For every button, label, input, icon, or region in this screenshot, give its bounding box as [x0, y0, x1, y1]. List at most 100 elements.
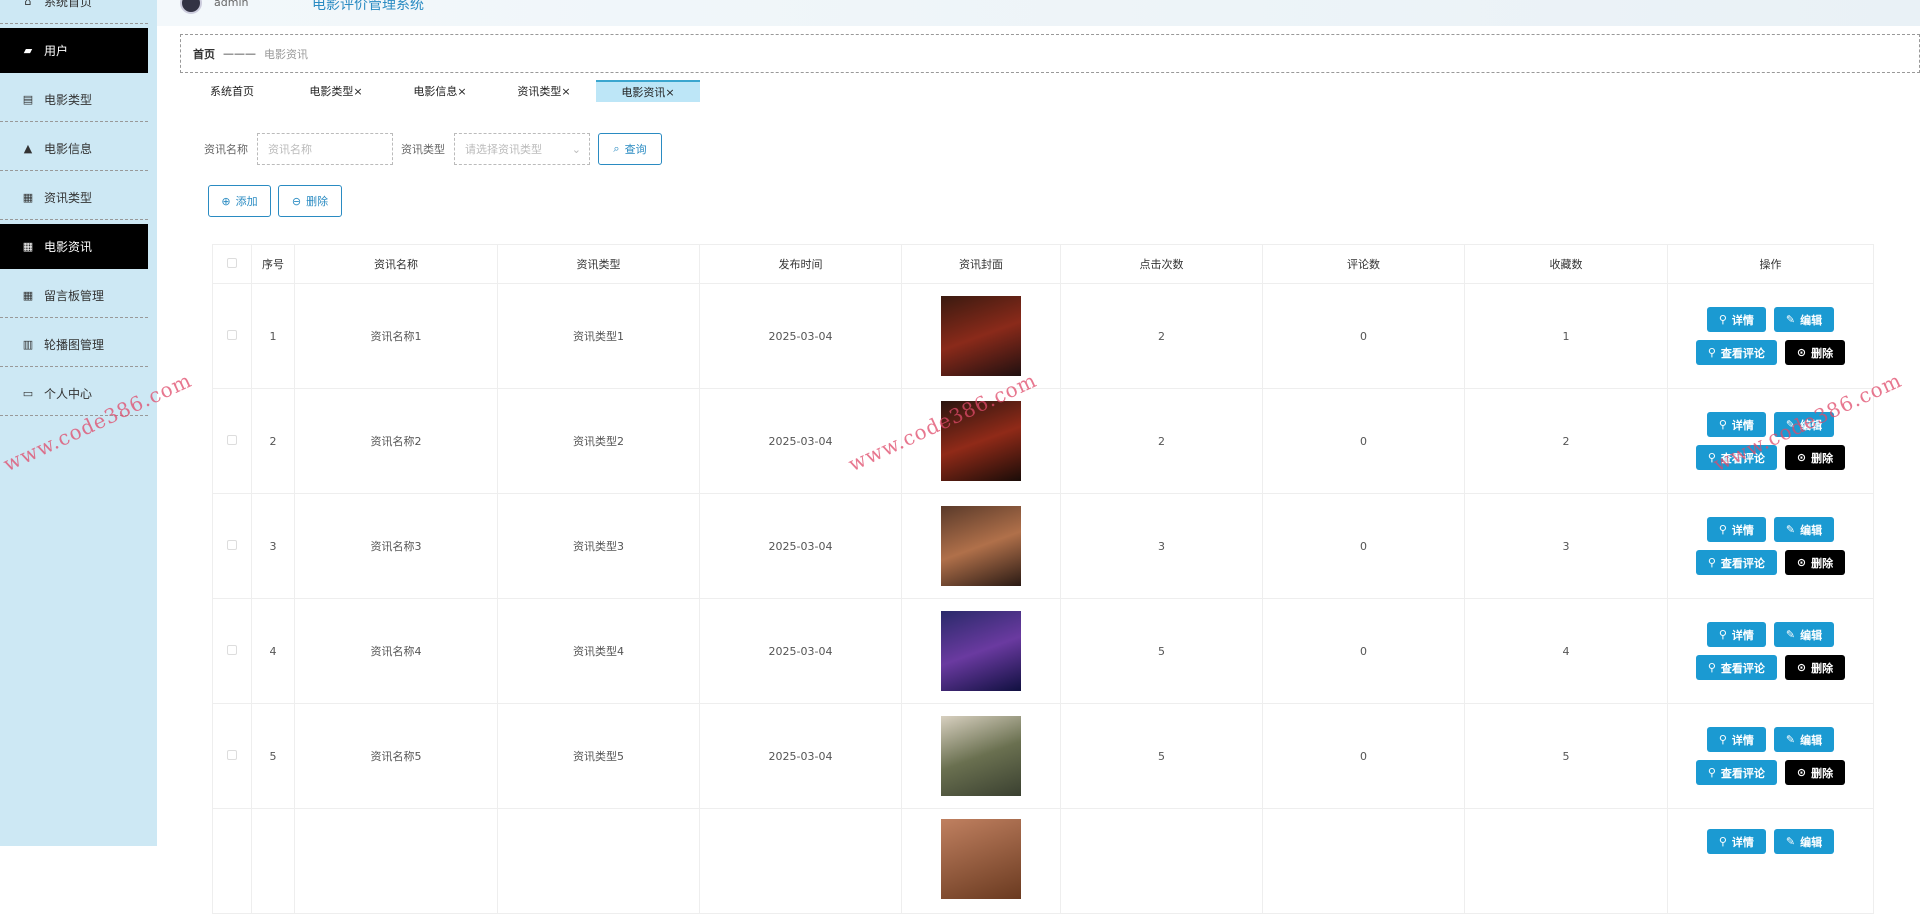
breadcrumb-home[interactable]: 首页: [193, 46, 215, 62]
name-input[interactable]: 资讯名称: [257, 133, 393, 165]
cover-image[interactable]: [941, 819, 1021, 899]
detail-button[interactable]: ⚲ 详情: [1706, 727, 1766, 752]
row-actions: ⚲ 详情 ✎ 编辑 ⚲ 查看评论 ⊙ 删除: [1668, 622, 1873, 680]
row-delete-button[interactable]: ⊙ 删除: [1784, 760, 1846, 785]
tab-movie-news[interactable]: 电影资讯×: [596, 80, 700, 102]
sidebar-item-label: 电影信息: [44, 141, 93, 156]
row-delete-label: 删除: [1811, 661, 1834, 675]
cover-image[interactable]: [941, 716, 1021, 796]
detail-label: 详情: [1731, 733, 1754, 747]
col-header: 操作: [1667, 244, 1874, 284]
cover-image[interactable]: [941, 296, 1021, 376]
row-select[interactable]: [212, 703, 252, 809]
view-comments-button[interactable]: ⚲ 查看评论: [1695, 340, 1777, 365]
row-checkbox[interactable]: [227, 749, 237, 760]
sidebar-item-label: 个人中心: [44, 386, 93, 401]
row-select[interactable]: [212, 283, 252, 389]
tab-movie-info[interactable]: 电影信息×: [388, 80, 492, 102]
detail-button[interactable]: ⚲ 详情: [1706, 622, 1766, 647]
sidebar-item-label: 资讯类型: [44, 190, 93, 205]
col-header: 序号: [251, 244, 295, 284]
edit-button[interactable]: ✎ 编辑: [1773, 412, 1835, 437]
sidebar-item[interactable]: ▰ 用户: [0, 28, 148, 73]
sidebar-item-label: 轮播图管理: [44, 337, 105, 352]
row-checkbox[interactable]: [227, 434, 237, 445]
edit-label: 编辑: [1800, 733, 1823, 747]
sidebar-item[interactable]: ▦ 资讯类型: [0, 175, 148, 220]
cell-favorites: 1: [1464, 283, 1668, 389]
row-select[interactable]: [212, 598, 252, 704]
row-delete-button[interactable]: ⊙ 删除: [1784, 445, 1846, 470]
sidebar-item[interactable]: ⌂ 系统首页: [0, 0, 148, 24]
tab-home[interactable]: 系统首页: [180, 80, 284, 102]
edit-button[interactable]: ✎ 编辑: [1773, 829, 1835, 854]
sidebar-item[interactable]: ▭ 个人中心: [0, 371, 148, 416]
sidebar-item-label: 系统首页: [44, 0, 93, 9]
pencil-icon: ✎: [1785, 418, 1796, 431]
news-table: 序号 资讯名称 资讯类型 发布时间 资讯封面 点击次数 评论数 收藏数 操作 1…: [212, 244, 1874, 914]
row-delete-button[interactable]: ⊙ 删除: [1784, 655, 1846, 680]
col-header: 资讯封面: [901, 244, 1061, 284]
detail-button[interactable]: ⚲ 详情: [1706, 829, 1766, 854]
cover-image[interactable]: [941, 506, 1021, 586]
sidebar-item[interactable]: ▤ 电影类型: [0, 77, 148, 122]
view-comments-button[interactable]: ⚲ 查看评论: [1695, 760, 1777, 785]
edit-button[interactable]: ✎ 编辑: [1773, 727, 1835, 752]
col-header: 资讯类型: [497, 244, 700, 284]
row-checkbox[interactable]: [227, 539, 237, 550]
cell-cover: [901, 493, 1061, 599]
minus-circle-icon: ⊖: [291, 194, 302, 208]
detail-label: 详情: [1731, 418, 1754, 432]
row-checkbox[interactable]: [227, 329, 237, 340]
search-icon: ⚲: [1707, 346, 1716, 359]
cover-image[interactable]: [941, 611, 1021, 691]
add-button[interactable]: ⊕ 添加: [208, 185, 271, 217]
tab-bar: 系统首页 电影类型× 电影信息× 资讯类型× 电影资讯×: [180, 80, 700, 102]
breadcrumb: 首页 ——— 电影资讯: [180, 34, 1920, 73]
row-delete-button[interactable]: ⊙ 删除: [1784, 340, 1846, 365]
edit-button[interactable]: ✎ 编辑: [1773, 622, 1835, 647]
cell-actions: ⚲ 详情 ✎ 编辑 ⚲ 查看评论 ⊙ 删除: [1667, 388, 1874, 494]
row-select[interactable]: [212, 388, 252, 494]
breadcrumb-current: 电影资讯: [264, 47, 308, 61]
detail-button[interactable]: ⚲ 详情: [1706, 307, 1766, 332]
close-circle-icon: ⊙: [1796, 346, 1807, 359]
row-delete-button[interactable]: ⊙ 删除: [1784, 550, 1846, 575]
table-row: 1 资讯名称1 资讯类型1 2025-03-04 2 0 1 ⚲ 详情 ✎ 编辑 ⚲ 查看…: [212, 283, 1874, 389]
cell-clicks: 3: [1060, 493, 1263, 599]
delete-button[interactable]: ⊖ 删除: [278, 185, 342, 217]
cell-actions: ⚲ 详情 ✎ 编辑 ⚲ 查看评论 ⊙ 删除: [1667, 493, 1874, 599]
edit-button[interactable]: ✎ 编辑: [1773, 307, 1835, 332]
detail-button[interactable]: ⚲ 详情: [1706, 412, 1766, 437]
row-checkbox[interactable]: [227, 644, 237, 655]
close-circle-icon: ⊙: [1796, 451, 1807, 464]
detail-label: 详情: [1731, 313, 1754, 327]
tab-news-type[interactable]: 资讯类型×: [492, 80, 596, 102]
pencil-icon: ✎: [1785, 835, 1796, 848]
query-button[interactable]: ⌕ 查询: [598, 133, 662, 165]
view-comments-button[interactable]: ⚲ 查看评论: [1695, 655, 1777, 680]
view-comments-button[interactable]: ⚲ 查看评论: [1695, 445, 1777, 470]
cell-cover: [901, 283, 1061, 389]
sidebar-item[interactable]: ▥ 轮播图管理: [0, 322, 148, 367]
cell-clicks: 5: [1060, 598, 1263, 704]
home-icon: ⌂: [24, 0, 32, 8]
view-comments-button[interactable]: ⚲ 查看评论: [1695, 550, 1777, 575]
sidebar-item[interactable]: ▦ 电影资讯: [0, 224, 148, 269]
comments-label: 查看评论: [1720, 451, 1765, 465]
cell-actions: ⚲ 详情 ✎ 编辑 ⚲ 查看评论 ⊙ 删除: [1667, 598, 1874, 704]
cell-date: 2025-03-04: [699, 283, 902, 389]
select-all-checkbox[interactable]: [227, 257, 237, 268]
cover-image[interactable]: [941, 401, 1021, 481]
sidebar-item[interactable]: ▦ 留言板管理: [0, 273, 148, 318]
select-all-header[interactable]: [212, 244, 252, 284]
type-select[interactable]: 请选择资讯类型 ⌄: [454, 133, 590, 165]
row-delete-label: 删除: [1811, 346, 1834, 360]
search-icon: ⚲: [1718, 628, 1727, 641]
detail-button[interactable]: ⚲ 详情: [1706, 517, 1766, 542]
edit-button[interactable]: ✎ 编辑: [1773, 517, 1835, 542]
grid-icon: ▦: [22, 288, 34, 302]
row-select[interactable]: [212, 493, 252, 599]
sidebar-item[interactable]: ▲ 电影信息: [0, 126, 148, 171]
tab-movie-type[interactable]: 电影类型×: [284, 80, 388, 102]
